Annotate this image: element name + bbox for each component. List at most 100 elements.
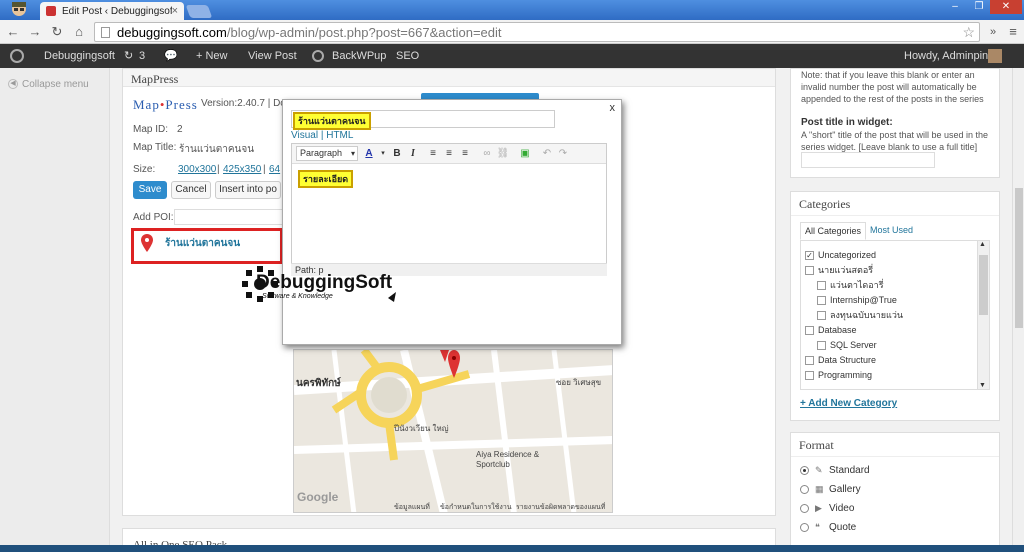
category-checkbox[interactable] <box>817 341 826 351</box>
category-checkbox[interactable]: ✓ <box>805 251 814 261</box>
page-scroll-thumb[interactable] <box>1015 188 1023 328</box>
align-center-icon[interactable]: ≡ <box>442 146 456 161</box>
new-content-link[interactable]: + New <box>196 44 228 68</box>
image-icon[interactable]: ▣ <box>518 146 532 161</box>
format-select[interactable]: Paragraph ▾ <box>296 146 358 161</box>
category-item[interactable]: SQL Server <box>817 339 877 351</box>
map-terms-link[interactable]: ข้อกำหนดในการใช้งาน <box>440 502 512 512</box>
redo-icon[interactable]: ↷ <box>556 146 570 161</box>
size-640-link[interactable]: 64 <box>269 164 280 175</box>
format-option[interactable]: ▶ Video <box>800 503 854 514</box>
reload-icon[interactable]: ↻ <box>48 23 66 41</box>
map-title-input[interactable]: ร้านแว่นตาคนจน <box>179 142 254 157</box>
format-option[interactable]: ✎ Standard <box>800 465 870 476</box>
add-poi-input[interactable] <box>174 209 284 225</box>
extensions-chevron-icon[interactable]: » <box>984 23 1002 41</box>
category-label: Programming <box>818 370 873 380</box>
category-checkbox[interactable] <box>805 371 814 381</box>
scroll-down-icon[interactable]: ▼ <box>979 382 986 389</box>
size-300-link[interactable]: 300x300 <box>178 164 216 175</box>
view-post-link[interactable]: View Post <box>248 44 297 68</box>
backwpup-icon[interactable] <box>312 44 324 68</box>
category-item[interactable]: Programming <box>805 369 872 381</box>
format-radio[interactable] <box>800 465 809 475</box>
category-item[interactable]: ✓ Uncategorized <box>805 249 876 261</box>
link-icon[interactable]: ∞ <box>480 146 494 161</box>
tab-most-used[interactable]: Most Used <box>866 222 917 240</box>
page-scrollbar[interactable] <box>1012 68 1024 552</box>
text-color-icon[interactable]: A <box>362 146 376 161</box>
save-button[interactable]: Save <box>133 181 167 199</box>
quote-icon: ❝ <box>815 522 820 532</box>
scroll-thumb[interactable] <box>979 255 988 315</box>
category-checkbox[interactable] <box>805 266 814 276</box>
avatar[interactable] <box>988 49 1002 63</box>
category-checkbox[interactable] <box>817 296 826 306</box>
tab-html[interactable]: HTML <box>326 130 353 141</box>
map-data-link[interactable]: ข้อมูลแผนที่ <box>394 502 430 512</box>
bookmark-star-icon[interactable]: ☆ <box>962 24 975 41</box>
category-checkbox[interactable] <box>805 326 814 336</box>
menu-icon[interactable]: ≡ <box>1004 23 1022 41</box>
map-report-link[interactable]: รายงานข้อผิดพลาดของแผนที่ <box>516 502 605 512</box>
dialog-close-button[interactable]: x <box>610 102 616 114</box>
align-right-icon[interactable]: ≡ <box>458 146 472 161</box>
back-arrow-icon[interactable]: ← <box>4 23 22 41</box>
map-pin-icon[interactable] <box>448 350 460 378</box>
widget-title-input[interactable] <box>801 152 935 168</box>
window-close-icon[interactable]: ✕ <box>990 0 1022 14</box>
map-canvas[interactable]: นครพิทักษ์ ซอย วิเศษสุข ปีนังวเวียน ใหญ่… <box>293 349 613 513</box>
insert-into-post-button[interactable]: Insert into po <box>215 181 281 199</box>
category-scrollbar[interactable]: ▲ ▼ <box>977 241 989 389</box>
map-title-label: Map Title: <box>133 142 177 153</box>
format-radio[interactable] <box>800 484 809 494</box>
category-checkbox[interactable] <box>817 311 826 321</box>
category-checkbox[interactable] <box>817 281 826 291</box>
updates-icon[interactable]: ↻ <box>124 44 133 68</box>
chrome-profile-icon[interactable] <box>8 0 30 20</box>
collapse-menu-button[interactable]: ◀ Collapse menu <box>8 79 89 90</box>
category-item[interactable]: ลงทุนฉบับนายแว่น <box>817 309 903 321</box>
wp-logo-icon[interactable] <box>10 44 24 68</box>
format-radio[interactable] <box>800 522 809 532</box>
maximize-icon[interactable]: ❐ <box>968 0 990 14</box>
seo-link[interactable]: SEO <box>396 44 419 68</box>
category-item[interactable]: นายแว่นสตอรี่ <box>805 264 873 276</box>
format-option[interactable]: ▦ Gallery <box>800 484 861 495</box>
updates-count[interactable]: 3 <box>139 44 145 68</box>
tab-all-categories[interactable]: All Categories <box>800 222 867 240</box>
size-425-link[interactable]: 425x350 <box>223 164 261 175</box>
text-color-dropdown-icon[interactable]: ▾ <box>376 146 390 161</box>
add-new-category-link[interactable]: + Add New Category <box>800 398 897 409</box>
howdy-link[interactable]: Howdy, Adminping <box>904 44 994 68</box>
cancel-button[interactable]: Cancel <box>171 181 211 199</box>
category-item[interactable]: Internship@True <box>817 294 897 306</box>
browser-tab[interactable]: Edit Post ‹ Debuggingsoft × <box>40 2 184 20</box>
category-checkbox[interactable] <box>805 356 814 366</box>
tab-close-icon[interactable]: × <box>172 5 178 17</box>
unlink-icon[interactable]: ⛓ <box>496 146 510 161</box>
new-tab-button[interactable] <box>185 5 213 18</box>
poi-link[interactable]: ร้านแว่นตาคนจน <box>165 236 240 251</box>
bold-icon[interactable]: B <box>390 146 404 161</box>
category-item[interactable]: Database <box>805 324 857 336</box>
minimize-icon[interactable]: ‒ <box>944 0 966 14</box>
site-name-link[interactable]: Debuggingsoft <box>44 44 115 68</box>
forward-arrow-icon[interactable]: → <box>26 23 44 41</box>
map-marker-icon[interactable] <box>141 234 153 252</box>
italic-icon[interactable]: I <box>406 146 420 161</box>
format-option[interactable]: ❝ Quote <box>800 522 856 533</box>
format-radio[interactable] <box>800 503 809 513</box>
category-item[interactable]: แว่นตาไดอารี่ <box>817 279 884 291</box>
map-id-value: 2 <box>177 124 183 135</box>
comments-icon[interactable]: 💬 <box>164 44 178 68</box>
home-icon[interactable]: ⌂ <box>70 23 88 41</box>
backwpup-link[interactable]: BackWPup <box>332 44 386 68</box>
address-bar[interactable]: debuggingsoft.com/blog/wp-admin/post.php… <box>94 22 980 42</box>
undo-icon[interactable]: ↶ <box>540 146 554 161</box>
align-left-icon[interactable]: ≡ <box>426 146 440 161</box>
poi-body-editor[interactable]: Paragraph ▾ A ▾ B I ≡ ≡ ≡ ∞ ⛓ ▣ ↶ ↷ รายละ… <box>291 143 607 276</box>
category-item[interactable]: Data Structure <box>805 354 876 366</box>
scroll-up-icon[interactable]: ▲ <box>979 241 986 248</box>
tab-visual[interactable]: Visual <box>291 130 318 141</box>
